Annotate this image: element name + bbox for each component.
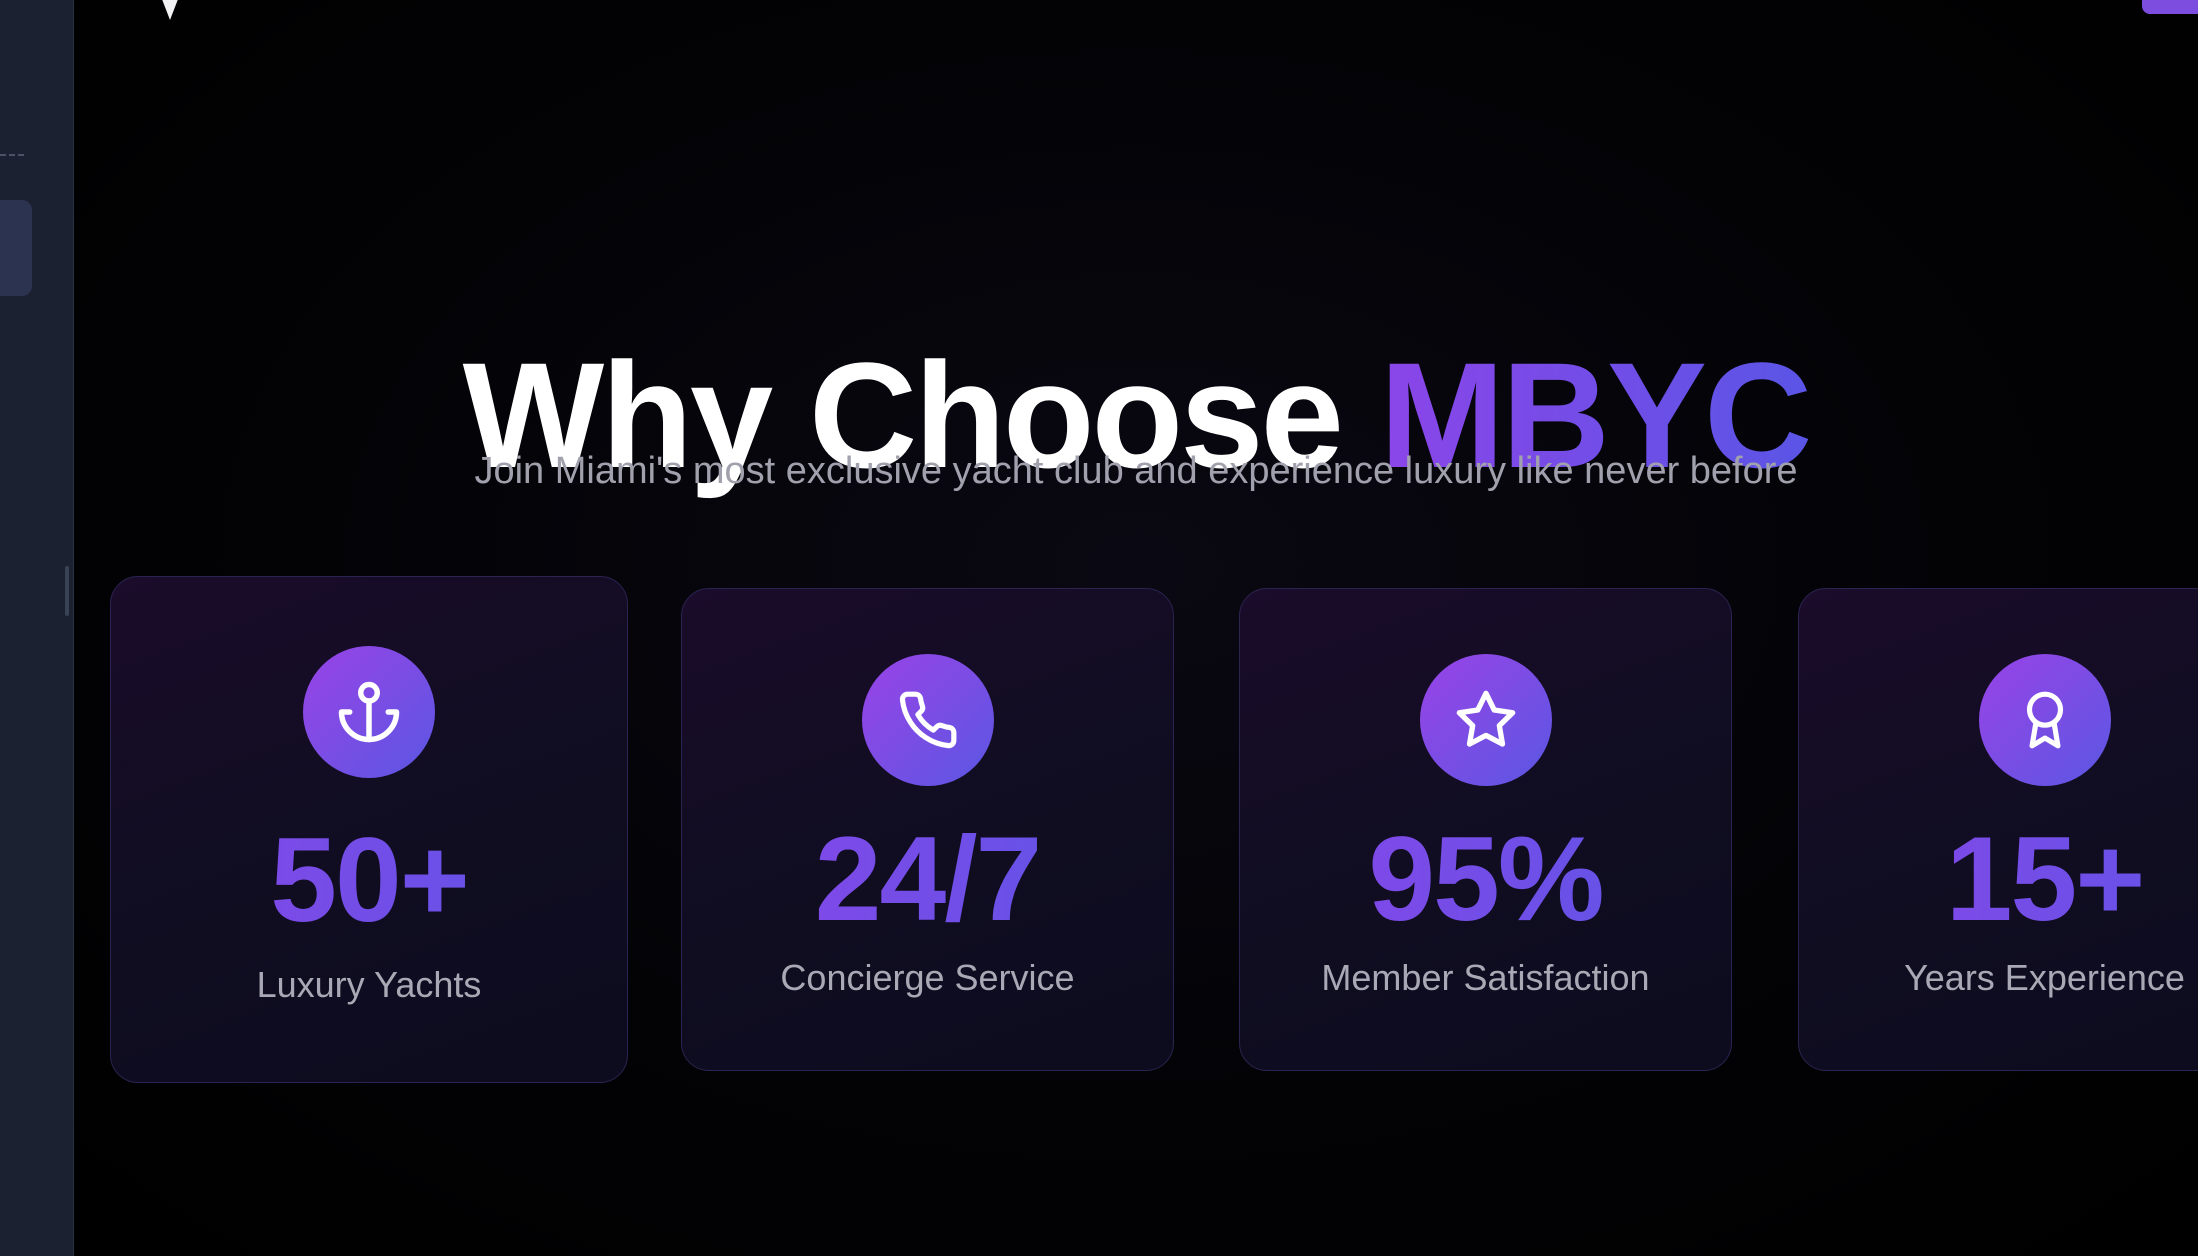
- stat-card-satisfaction: 95% Member Satisfaction: [1239, 588, 1732, 1071]
- stat-label: Member Satisfaction: [1321, 957, 1650, 998]
- stat-card-experience: 15+ Years Experience: [1798, 588, 2198, 1071]
- stat-value: 95%: [1240, 814, 1731, 944]
- stat-label: Years Experience: [1904, 957, 2185, 998]
- stat-card-yachts: 50+ Luxury Yachts: [110, 576, 628, 1083]
- stat-value: 24/7: [682, 814, 1173, 944]
- section-subtitle: Join Miami's most exclusive yacht club a…: [474, 450, 1798, 492]
- stat-card-concierge: 24/7 Concierge Service: [681, 588, 1174, 1071]
- app-frame: Why Choose MBYC Join Miami's most exclus…: [0, 0, 2198, 1256]
- star-icon: [1419, 654, 1552, 786]
- panel-resize-handle[interactable]: [65, 566, 69, 616]
- sidebar-divider: [0, 154, 24, 156]
- stat-label: Concierge Service: [780, 957, 1075, 998]
- phone-icon: [861, 654, 994, 786]
- why-choose-section: Why Choose MBYC Join Miami's most exclus…: [74, 0, 2198, 1256]
- editor-sidebar: [0, 0, 74, 1256]
- stat-value: 15+: [1799, 814, 2198, 944]
- header-cta-button[interactable]: [2142, 0, 2198, 14]
- stat-value: 50+: [111, 815, 627, 945]
- award-icon: [1978, 654, 2111, 786]
- sidebar-active-item[interactable]: [0, 200, 32, 296]
- logo-icon[interactable]: [160, 0, 180, 20]
- anchor-icon: [303, 646, 435, 778]
- stat-label: Luxury Yachts: [256, 964, 482, 1005]
